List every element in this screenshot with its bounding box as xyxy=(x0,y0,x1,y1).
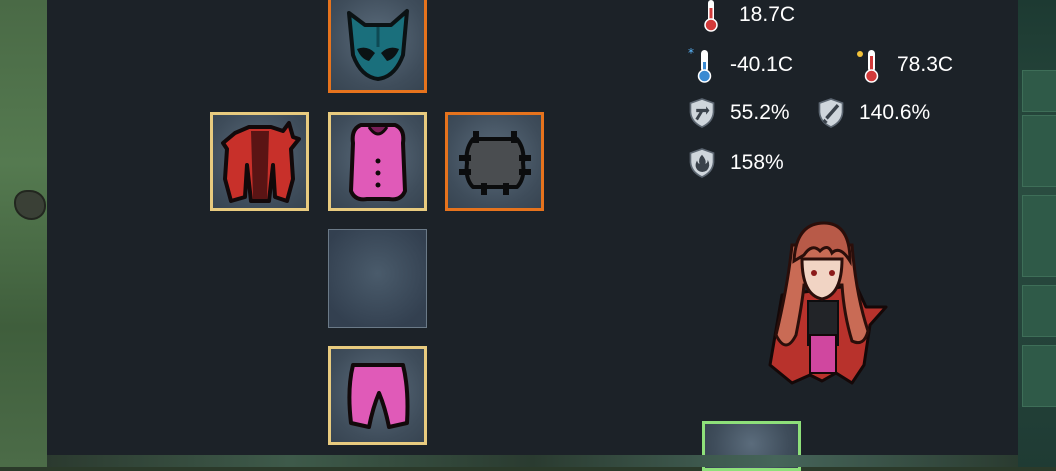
armor-plate-icon xyxy=(458,130,531,195)
max-temperature-value: 78.3C xyxy=(897,53,954,76)
floor-tile xyxy=(1022,195,1056,277)
cold-thermometer-icon: * xyxy=(688,46,716,83)
shield-blunt-icon xyxy=(817,96,845,130)
world-background-right xyxy=(1018,0,1056,467)
equipment-slot-head[interactable] xyxy=(328,0,427,93)
heat-armor-value: 158% xyxy=(730,151,784,174)
stat-min-temperature: * -40.1C xyxy=(688,46,794,83)
equipment-slot-empty[interactable] xyxy=(328,229,427,328)
character-portrait[interactable] xyxy=(752,215,892,390)
floor-tile xyxy=(1022,345,1056,407)
world-background-bottom xyxy=(47,455,1018,467)
hot-thermometer-icon xyxy=(855,48,883,83)
thermometer-icon xyxy=(697,0,725,32)
stat-blunt-armor: 140.6% xyxy=(817,96,930,130)
floor-tile xyxy=(1022,70,1056,112)
blunt-armor-value: 140.6% xyxy=(859,101,931,124)
pants-icon xyxy=(346,362,409,429)
equipment-slot-outer-torso[interactable] xyxy=(210,112,309,211)
character-figure xyxy=(768,221,888,385)
stat-sharp-armor: 55.2% xyxy=(688,96,790,130)
cape-coat-icon xyxy=(220,120,301,203)
rock-icon xyxy=(14,190,46,220)
equipment-slot-belt[interactable] xyxy=(445,112,544,211)
world-background-left xyxy=(0,0,47,467)
gear-panel: 18.7C * -40.1C 78.3C 55.2% 140.6% 158% xyxy=(47,0,1018,471)
floor-tile xyxy=(1022,115,1056,187)
equipment-slot-middle-torso[interactable] xyxy=(328,112,427,211)
svg-text:*: * xyxy=(688,46,694,60)
floor-tile xyxy=(1022,285,1056,337)
stat-heat-armor: 158% xyxy=(688,146,784,180)
stat-temperature: 18.7C xyxy=(697,0,795,32)
stat-max-temperature: 78.3C xyxy=(855,48,954,83)
shield-sharp-icon xyxy=(688,96,716,130)
mask-icon xyxy=(346,8,409,81)
min-temperature-value: -40.1C xyxy=(730,53,794,76)
temperature-value: 18.7C xyxy=(739,3,796,26)
shield-heat-icon xyxy=(688,146,716,180)
equipment-slot-legs[interactable] xyxy=(328,346,427,445)
vest-icon xyxy=(348,122,407,201)
sharp-armor-value: 55.2% xyxy=(730,101,790,124)
